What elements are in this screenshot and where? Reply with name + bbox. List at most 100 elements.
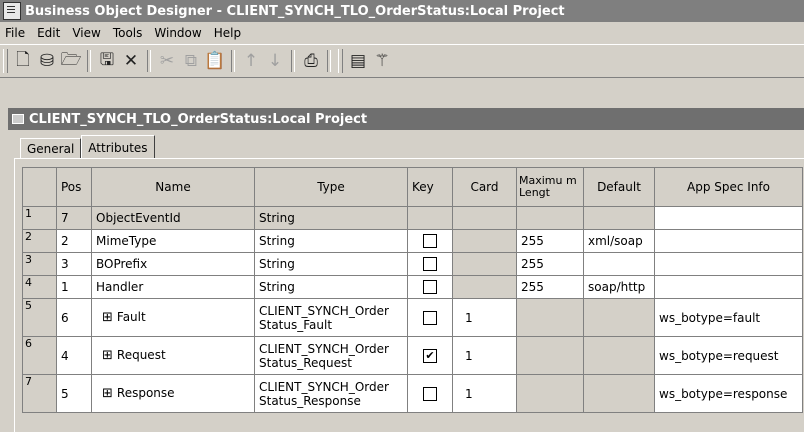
paste-icon[interactable]: 📋 (203, 49, 227, 73)
table-row[interactable]: 1 7 ObjectEventId String (22, 206, 803, 230)
key-checkbox[interactable] (423, 257, 437, 272)
table-row[interactable]: 6 4 ⊞ Request CLIENT_SYNCH_Order Status_R… (22, 336, 803, 375)
type-cell[interactable]: CLIENT_SYNCH_Order Status_Request (254, 336, 408, 375)
column-header-pos[interactable]: Pos (56, 167, 92, 207)
menu-view[interactable]: View (67, 26, 107, 40)
table-row[interactable]: 5 6 ⊞ Fault CLIENT_SYNCH_Order Status_Fau… (22, 298, 803, 337)
type-cell[interactable]: CLIENT_SYNCH_Order Status_Response (254, 374, 408, 413)
delete-icon[interactable]: ✕ (119, 49, 143, 73)
copy-icon[interactable]: ⧉ (179, 49, 203, 73)
pos-cell[interactable]: 3 (56, 252, 92, 276)
card-cell[interactable]: 1 (452, 374, 517, 413)
internal-frame-title-bar[interactable]: CLIENT_SYNCH_TLO_OrderStatus:Local Proje… (8, 108, 804, 130)
default-cell[interactable]: soap/http (583, 275, 655, 299)
name-cell[interactable]: ObjectEventId (91, 206, 255, 230)
table-row[interactable]: 2 2 MimeType String 255 xml/soap (22, 229, 803, 253)
card-cell (452, 252, 517, 276)
expand-icon[interactable]: ⊞ (102, 310, 113, 325)
row-number[interactable]: 1 (22, 206, 57, 230)
row-number[interactable]: 2 (22, 229, 57, 253)
print-icon[interactable]: ⎙ (299, 49, 323, 73)
expand-icon[interactable]: ⊞ (102, 386, 113, 401)
app-spec-cell[interactable]: ws_botype=response (654, 374, 803, 413)
menu-file[interactable]: File (0, 26, 32, 40)
key-checkbox-checked[interactable]: ✔ (423, 348, 437, 363)
name-cell[interactable]: ⊞ Request (91, 336, 255, 375)
column-header-key[interactable]: Key (407, 167, 453, 207)
type-cell[interactable]: String (254, 275, 408, 299)
pos-cell[interactable]: 6 (56, 298, 92, 337)
name-cell[interactable]: MimeType (91, 229, 255, 253)
document-icon[interactable]: ▤ (346, 49, 370, 73)
toolbar-grip[interactable] (338, 49, 343, 73)
card-cell[interactable]: 1 (452, 336, 517, 375)
new-file-icon[interactable]: 🗋 (11, 49, 35, 73)
attribute-name: Fault (116, 310, 146, 324)
key-checkbox[interactable] (423, 280, 437, 295)
pos-cell[interactable]: 2 (56, 229, 92, 253)
key-checkbox[interactable] (423, 386, 437, 401)
app-spec-cell[interactable]: ws_botype=request (654, 336, 803, 375)
toolbar: 🗋 ⛁ 🗁 🖫 ✕ ✂ ⧉ 📋 ↑ ↓ ⎙ ▤ ⚚ (0, 44, 804, 78)
column-header-default[interactable]: Default (583, 167, 655, 207)
app-spec-cell[interactable]: ws_botype=fault (654, 298, 803, 337)
app-spec-cell[interactable] (654, 206, 803, 230)
card-cell[interactable]: 1 (452, 298, 517, 337)
open-folder-icon[interactable]: ⛁ (35, 49, 59, 73)
pos-cell[interactable]: 4 (56, 336, 92, 375)
move-up-icon[interactable]: ↑ (239, 49, 263, 73)
menu-tools[interactable]: Tools (108, 26, 150, 40)
table-row[interactable]: 7 5 ⊞ Response CLIENT_SYNCH_Order Status_… (22, 374, 803, 413)
key-checkbox[interactable] (423, 234, 437, 249)
key-checkbox[interactable] (423, 310, 437, 325)
folder-icon[interactable]: 🗁 (59, 49, 83, 73)
row-number[interactable]: 3 (22, 252, 57, 276)
max-length-cell[interactable]: 255 (516, 229, 584, 253)
pos-cell[interactable]: 5 (56, 374, 92, 413)
app-spec-cell[interactable] (654, 275, 803, 299)
toolbar-grip[interactable] (3, 49, 8, 73)
expand-icon[interactable]: ⊞ (102, 348, 113, 363)
default-cell (583, 298, 655, 337)
menu-help[interactable]: Help (209, 26, 248, 40)
name-cell[interactable]: ⊞ Fault (91, 298, 255, 337)
header-corner[interactable] (22, 167, 57, 207)
table-row[interactable]: 3 3 BOPrefix String 255 (22, 252, 803, 276)
row-number[interactable]: 7 (22, 374, 57, 413)
pos-cell[interactable]: 7 (56, 206, 92, 230)
column-header-name[interactable]: Name (91, 167, 255, 207)
row-number[interactable]: 6 (22, 336, 57, 375)
tab-attributes[interactable]: Attributes (81, 135, 155, 159)
save-icon[interactable]: 🖫 (95, 49, 119, 73)
row-number[interactable]: 4 (22, 275, 57, 299)
cut-icon[interactable]: ✂ (155, 49, 179, 73)
row-number[interactable]: 5 (22, 298, 57, 337)
column-header-card[interactable]: Card (452, 167, 517, 207)
type-cell[interactable]: String (254, 206, 408, 230)
default-cell[interactable]: xml/soap (583, 229, 655, 253)
name-cell[interactable]: Handler (91, 275, 255, 299)
app-spec-cell[interactable] (654, 229, 803, 253)
column-header-max-length[interactable]: Maximu m Lengt (516, 167, 584, 207)
default-cell[interactable] (583, 252, 655, 276)
column-header-type[interactable]: Type (254, 167, 408, 207)
tab-general[interactable]: General (20, 138, 82, 159)
attribute-name: Response (116, 386, 175, 400)
type-cell[interactable]: String (254, 229, 408, 253)
table-row[interactable]: 4 1 Handler String 255 soap/http (22, 275, 803, 299)
card-cell (452, 275, 517, 299)
max-length-cell[interactable]: 255 (516, 252, 584, 276)
type-cell[interactable]: CLIENT_SYNCH_Order Status_Fault (254, 298, 408, 337)
key-cell (407, 275, 453, 299)
menu-window[interactable]: Window (149, 26, 208, 40)
column-header-app-spec-info[interactable]: App Spec Info (654, 167, 803, 207)
wand-icon[interactable]: ⚚ (370, 49, 394, 73)
name-cell[interactable]: BOPrefix (91, 252, 255, 276)
app-spec-cell[interactable] (654, 252, 803, 276)
name-cell[interactable]: ⊞ Response (91, 374, 255, 413)
move-down-icon[interactable]: ↓ (263, 49, 287, 73)
pos-cell[interactable]: 1 (56, 275, 92, 299)
max-length-cell[interactable]: 255 (516, 275, 584, 299)
menu-edit[interactable]: Edit (32, 26, 67, 40)
type-cell[interactable]: String (254, 252, 408, 276)
